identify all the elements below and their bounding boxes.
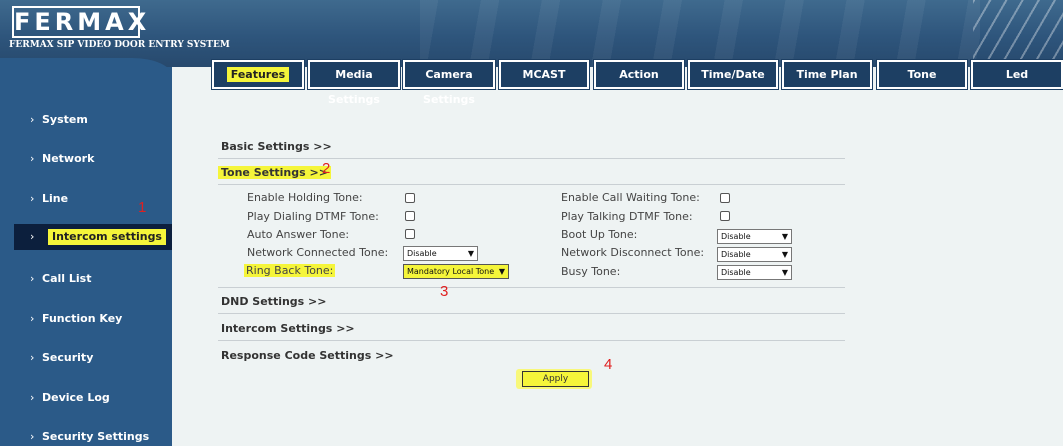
sidebar-item-function-key[interactable]: › Function Key — [0, 306, 172, 332]
tab-label: Led — [1005, 68, 1029, 81]
sidebar-item-network[interactable]: › Network — [0, 146, 172, 172]
select-value: Disable — [721, 268, 751, 277]
chevron-right-icon: › — [30, 272, 35, 285]
chevron-down-icon: ▼ — [781, 232, 788, 241]
chevron-right-icon: › — [30, 351, 35, 364]
boot-up-tone-select[interactable]: Disable ▼ — [717, 229, 792, 244]
sidebar-item-label: Call List — [42, 272, 92, 285]
busy-tone-select[interactable]: Disable ▼ — [717, 265, 792, 280]
enable-holding-tone-checkbox[interactable] — [405, 193, 415, 203]
chevron-right-icon: › — [30, 430, 35, 443]
chevron-right-icon: › — [30, 230, 35, 243]
annotation-2: 2 — [322, 160, 331, 177]
tab-label: Camera Settings — [423, 68, 475, 106]
ring-back-tone-label: Ring Back Tone: — [244, 264, 336, 277]
sidebar-item-system[interactable]: › System — [0, 107, 172, 133]
network-disconnect-tone-select[interactable]: Disable ▼ — [717, 247, 792, 262]
play-talking-dtmf-label: Play Talking DTMF Tone: — [561, 210, 693, 223]
sidebar-item-label: Network — [42, 152, 95, 165]
chevron-right-icon: › — [30, 192, 35, 205]
tab-label: Time Plan — [796, 68, 858, 81]
select-value: Mandatory Local Tone — [407, 267, 495, 276]
chevron-right-icon: › — [30, 152, 35, 165]
auto-answer-tone-label: Auto Answer Tone: — [247, 228, 350, 241]
apply-button[interactable]: Apply — [522, 371, 589, 387]
play-dialing-dtmf-label: Play Dialing DTMF Tone: — [247, 210, 379, 223]
tab-label: Time/Date — [701, 68, 765, 81]
tab-camera-settings[interactable]: Camera Settings — [402, 59, 496, 106]
sidebar-item-label: System — [42, 113, 88, 126]
tab-action[interactable]: Action — [593, 59, 685, 90]
play-dialing-dtmf-checkbox[interactable] — [405, 211, 415, 221]
auto-answer-tone-checkbox[interactable] — [405, 229, 415, 239]
boot-up-tone-label: Boot Up Tone: — [561, 228, 638, 241]
header-banner: FERMAX FERMAX SIP VIDEO DOOR ENTRY SYSTE… — [0, 0, 1063, 67]
select-value: Disable — [721, 232, 751, 241]
sidebar-item-label: Security Settings — [42, 430, 150, 443]
ring-back-tone-select[interactable]: Mandatory Local Tone ▼ — [403, 264, 509, 279]
divider — [218, 287, 845, 288]
enable-holding-tone-label: Enable Holding Tone: — [247, 191, 363, 204]
header-subtitle: FERMAX SIP VIDEO DOOR ENTRY SYSTEM — [9, 40, 230, 50]
header-decoration — [420, 0, 980, 67]
network-disconnect-tone-label: Network Disconnect Tone: — [561, 246, 705, 259]
divider — [218, 158, 845, 159]
annotation-4: 4 — [604, 356, 613, 373]
sidebar-item-security-settings[interactable]: › Security Settings — [0, 424, 172, 446]
header-stripes — [973, 0, 1063, 67]
sidebar-item-label: Function Key — [42, 312, 123, 325]
chevron-down-icon: ▼ — [781, 250, 788, 259]
enable-call-waiting-tone-checkbox[interactable] — [720, 193, 730, 203]
tab-features[interactable]: Features — [211, 59, 305, 90]
sidebar-item-label: Intercom settings — [48, 229, 166, 245]
tab-time-plan[interactable]: Time Plan — [781, 59, 873, 90]
select-value: Disable — [721, 250, 751, 259]
tab-media-settings[interactable]: Media Settings — [307, 59, 401, 106]
tab-label: Media Settings — [328, 68, 380, 106]
divider — [218, 313, 845, 314]
annotation-1: 1 — [138, 199, 147, 216]
tab-mcast[interactable]: MCAST — [498, 59, 590, 90]
dnd-settings-header[interactable]: DND Settings >> — [221, 295, 326, 308]
enable-call-waiting-tone-label: Enable Call Waiting Tone: — [561, 191, 700, 204]
fermax-logo: FERMAX — [12, 6, 151, 38]
sidebar-item-label: Device Log — [42, 391, 110, 404]
response-code-settings-header[interactable]: Response Code Settings >> — [221, 349, 394, 362]
basic-settings-header[interactable]: Basic Settings >> — [221, 140, 332, 153]
tab-label: Action — [619, 68, 659, 81]
annotation-3: 3 — [440, 283, 449, 300]
sidebar-item-label: Security — [42, 351, 94, 364]
chevron-down-icon: ▼ — [781, 268, 788, 277]
intercom-settings-header[interactable]: Intercom Settings >> — [221, 322, 355, 335]
network-connected-tone-label: Network Connected Tone: — [247, 246, 389, 259]
chevron-right-icon: › — [30, 113, 35, 126]
tab-led[interactable]: Led — [970, 59, 1063, 90]
select-value: Disable — [407, 249, 437, 258]
sidebar-item-label: Line — [42, 192, 69, 205]
tab-label: MCAST — [522, 68, 566, 81]
divider — [218, 340, 845, 341]
tab-label: Tone — [907, 68, 937, 81]
network-connected-tone-select[interactable]: Disable ▼ — [403, 246, 478, 261]
tab-tone[interactable]: Tone — [876, 59, 968, 90]
divider — [218, 184, 845, 185]
sidebar-item-device-log[interactable]: › Device Log — [0, 385, 172, 411]
chevron-down-icon: ▼ — [467, 249, 474, 258]
tab-label: Features — [226, 67, 290, 82]
chevron-right-icon: › — [30, 391, 35, 404]
tab-time-date[interactable]: Time/Date — [687, 59, 779, 90]
tone-settings-header[interactable]: Tone Settings >> — [218, 166, 331, 179]
sidebar-item-call-list[interactable]: › Call List — [0, 266, 172, 292]
sidebar-item-security[interactable]: › Security — [0, 345, 172, 371]
chevron-right-icon: › — [30, 312, 35, 325]
busy-tone-label: Busy Tone: — [561, 265, 621, 278]
chevron-down-icon: ▼ — [498, 267, 505, 276]
sidebar-item-intercom-settings[interactable]: › Intercom settings — [14, 224, 172, 250]
play-talking-dtmf-checkbox[interactable] — [720, 211, 730, 221]
